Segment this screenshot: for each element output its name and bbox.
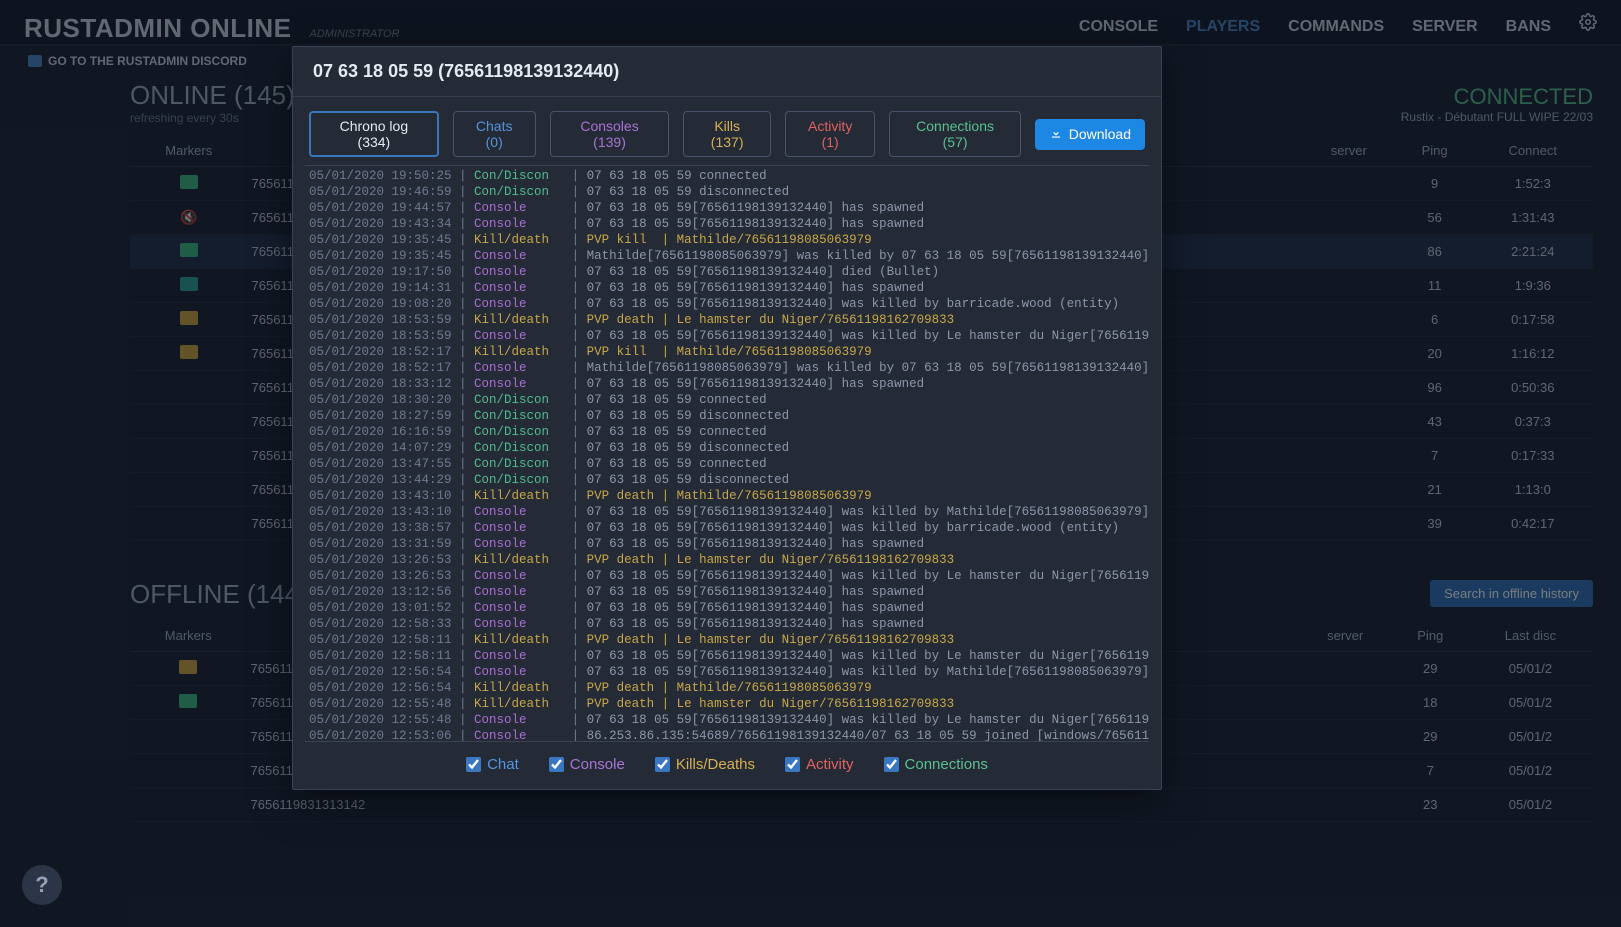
log-line: 05/01/2020 19:46:59 | Con/Discon | 07 63…	[305, 184, 1149, 200]
log-line: 05/01/2020 19:08:20 | Console | 07 63 18…	[305, 296, 1149, 312]
log-line: 05/01/2020 18:53:59 | Console | 07 63 18…	[305, 328, 1149, 344]
log-line: 05/01/2020 12:58:11 | Kill/death | PVP d…	[305, 632, 1149, 648]
filter-connections[interactable]: Connections	[884, 756, 988, 773]
log-line: 05/01/2020 13:31:59 | Console | 07 63 18…	[305, 536, 1149, 552]
log-viewport[interactable]: 05/01/2020 19:50:25 | Con/Discon | 07 63…	[305, 165, 1149, 742]
log-line: 05/01/2020 12:58:33 | Console | 07 63 18…	[305, 616, 1149, 632]
log-line: 05/01/2020 18:30:20 | Con/Discon | 07 63…	[305, 392, 1149, 408]
filter-connections-checkbox[interactable]	[884, 757, 899, 772]
log-line: 05/01/2020 12:53:06 | Console | 86.253.8…	[305, 728, 1149, 742]
log-line: 05/01/2020 19:14:31 | Console | 07 63 18…	[305, 280, 1149, 296]
filter-chat[interactable]: Chat	[466, 756, 519, 773]
log-line: 05/01/2020 13:43:10 | Console | 07 63 18…	[305, 504, 1149, 520]
log-line: 05/01/2020 13:26:53 | Kill/death | PVP d…	[305, 552, 1149, 568]
tab-connections[interactable]: Connections (57)	[889, 111, 1020, 157]
log-line: 05/01/2020 18:52:17 | Console | Mathilde…	[305, 360, 1149, 376]
log-line: 05/01/2020 12:58:11 | Console | 07 63 18…	[305, 648, 1149, 664]
log-line: 05/01/2020 12:55:48 | Console | 07 63 18…	[305, 712, 1149, 728]
tab-kills[interactable]: Kills (137)	[683, 111, 770, 157]
download-button[interactable]: Download	[1035, 119, 1145, 150]
log-line: 05/01/2020 18:53:59 | Kill/death | PVP d…	[305, 312, 1149, 328]
download-icon	[1049, 126, 1063, 143]
tab-consoles[interactable]: Consoles (139)	[550, 111, 670, 157]
log-line: 05/01/2020 13:47:55 | Con/Discon | 07 63…	[305, 456, 1149, 472]
log-line: 05/01/2020 19:43:34 | Console | 07 63 18…	[305, 216, 1149, 232]
log-line: 05/01/2020 12:55:48 | Kill/death | PVP d…	[305, 696, 1149, 712]
log-line: 05/01/2020 19:35:45 | Console | Mathilde…	[305, 248, 1149, 264]
filter-activity[interactable]: Activity	[785, 756, 854, 773]
tab-chats[interactable]: Chats (0)	[453, 111, 536, 157]
filter-console[interactable]: Console	[549, 756, 625, 773]
filter-chat-checkbox[interactable]	[466, 757, 481, 772]
log-line: 05/01/2020 12:56:54 | Console | 07 63 18…	[305, 664, 1149, 680]
log-line: 05/01/2020 18:33:12 | Console | 07 63 18…	[305, 376, 1149, 392]
log-line: 05/01/2020 13:12:56 | Console | 07 63 18…	[305, 584, 1149, 600]
log-line: 05/01/2020 16:16:59 | Con/Discon | 07 63…	[305, 424, 1149, 440]
modal-title: 07 63 18 05 59 (76561198139132440)	[293, 47, 1161, 97]
log-line: 05/01/2020 13:38:57 | Console | 07 63 18…	[305, 520, 1149, 536]
log-line: 05/01/2020 19:44:57 | Console | 07 63 18…	[305, 200, 1149, 216]
log-line: 05/01/2020 13:44:29 | Con/Discon | 07 63…	[305, 472, 1149, 488]
log-line: 05/01/2020 18:52:17 | Kill/death | PVP k…	[305, 344, 1149, 360]
log-line: 05/01/2020 19:50:25 | Con/Discon | 07 63…	[305, 168, 1149, 184]
player-detail-modal: 07 63 18 05 59 (76561198139132440) Chron…	[292, 46, 1162, 790]
help-button[interactable]: ?	[22, 865, 62, 905]
log-line: 05/01/2020 18:27:59 | Con/Discon | 07 63…	[305, 408, 1149, 424]
log-line: 05/01/2020 13:01:52 | Console | 07 63 18…	[305, 600, 1149, 616]
filter-kills-checkbox[interactable]	[655, 757, 670, 772]
log-line: 05/01/2020 12:56:54 | Kill/death | PVP d…	[305, 680, 1149, 696]
filter-console-checkbox[interactable]	[549, 757, 564, 772]
log-line: 05/01/2020 13:26:53 | Console | 07 63 18…	[305, 568, 1149, 584]
log-line: 05/01/2020 14:07:29 | Con/Discon | 07 63…	[305, 440, 1149, 456]
download-label: Download	[1069, 126, 1131, 142]
tab-chrono-log[interactable]: Chrono log (334)	[309, 111, 439, 157]
filter-activity-checkbox[interactable]	[785, 757, 800, 772]
tab-activity[interactable]: Activity (1)	[785, 111, 876, 157]
log-line: 05/01/2020 13:43:10 | Kill/death | PVP d…	[305, 488, 1149, 504]
filter-kills-deaths[interactable]: Kills/Deaths	[655, 756, 755, 773]
log-line: 05/01/2020 19:35:45 | Kill/death | PVP k…	[305, 232, 1149, 248]
log-line: 05/01/2020 19:17:50 | Console | 07 63 18…	[305, 264, 1149, 280]
